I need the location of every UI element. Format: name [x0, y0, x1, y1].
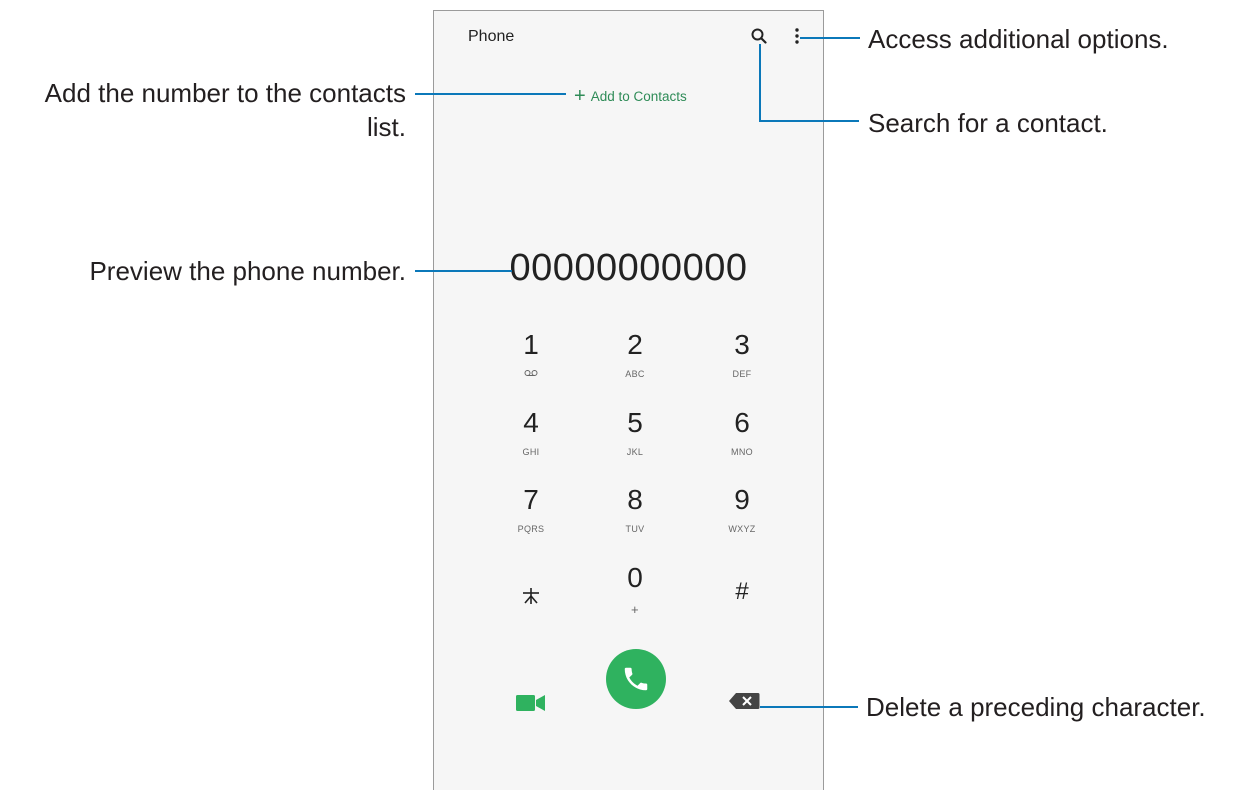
asterisk-icon	[486, 578, 576, 610]
key-letters: MNO	[731, 447, 753, 457]
callout-preview: Preview the phone number.	[89, 256, 406, 286]
callout-search: Search for a contact.	[868, 108, 1108, 138]
key-digit: 6	[734, 407, 750, 438]
callout-line-options	[800, 37, 860, 39]
video-call-icon[interactable]	[516, 692, 546, 714]
key-letters: ABC	[625, 369, 645, 379]
app-title: Phone	[468, 28, 515, 45]
key-5[interactable]: 5 JKL	[590, 407, 680, 459]
backspace-icon[interactable]	[728, 692, 760, 710]
callout-line-delete	[760, 706, 858, 708]
key-letters: +	[631, 602, 639, 617]
search-icon[interactable]	[750, 27, 768, 45]
callout-add-line1: Add the number to the contacts	[44, 78, 406, 108]
key-digit: 4	[523, 407, 539, 438]
phone-screen: Phone + Add to Contacts 00000000000 1 2 …	[433, 10, 824, 790]
key-1[interactable]: 1	[486, 329, 576, 381]
key-7[interactable]: 7 PQRS	[486, 484, 576, 536]
callout-add-to-contacts: Add the number to the contacts list.	[45, 76, 406, 144]
key-4[interactable]: 4 GHI	[486, 407, 576, 459]
dialed-number: 00000000000	[509, 247, 748, 289]
key-digit: 9	[734, 484, 750, 515]
key-digit: 8	[627, 484, 643, 515]
voicemail-icon	[486, 369, 576, 381]
key-letters: PQRS	[517, 524, 545, 534]
key-8[interactable]: 8 TUV	[590, 484, 680, 536]
key-digit: 7	[523, 484, 539, 515]
key-digit: 1	[523, 329, 539, 360]
key-letters	[486, 618, 576, 630]
key-letters: JKL	[626, 447, 644, 457]
call-button[interactable]	[606, 649, 666, 709]
key-3[interactable]: 3 DEF	[697, 329, 787, 381]
key-digit: 5	[627, 407, 643, 438]
key-digit: 3	[734, 329, 750, 360]
callout-line-search	[759, 120, 859, 122]
key-letters	[697, 616, 787, 628]
callout-add-line2: list.	[367, 112, 406, 142]
callout-line-search-vertical	[759, 44, 761, 122]
key-letters: GHI	[522, 447, 540, 457]
key-digit: 0	[627, 562, 643, 593]
add-to-contacts-label: Add to Contacts	[590, 88, 687, 104]
key-digit: 2	[627, 329, 643, 360]
key-digit: #	[735, 578, 749, 605]
key-6[interactable]: 6 MNO	[697, 407, 787, 459]
key-letters: DEF	[732, 369, 752, 379]
add-to-contacts-button[interactable]: + Add to Contacts	[574, 85, 687, 107]
key-9[interactable]: 9 WXYZ	[697, 484, 787, 536]
key-hash[interactable]: #	[697, 576, 787, 628]
callout-line-preview	[415, 270, 512, 272]
key-0[interactable]: 0 +	[590, 562, 680, 617]
key-letters: WXYZ	[728, 524, 756, 534]
plus-icon: +	[574, 85, 586, 107]
callout-line-add	[415, 93, 566, 95]
callout-options: Access additional options.	[868, 24, 1169, 54]
key-letters: TUV	[625, 524, 645, 534]
callout-delete: Delete a preceding character.	[866, 692, 1206, 722]
phone-icon	[624, 667, 648, 691]
more-options-icon[interactable]	[790, 26, 804, 46]
key-star[interactable]	[486, 578, 576, 630]
key-2[interactable]: 2 ABC	[590, 329, 680, 381]
